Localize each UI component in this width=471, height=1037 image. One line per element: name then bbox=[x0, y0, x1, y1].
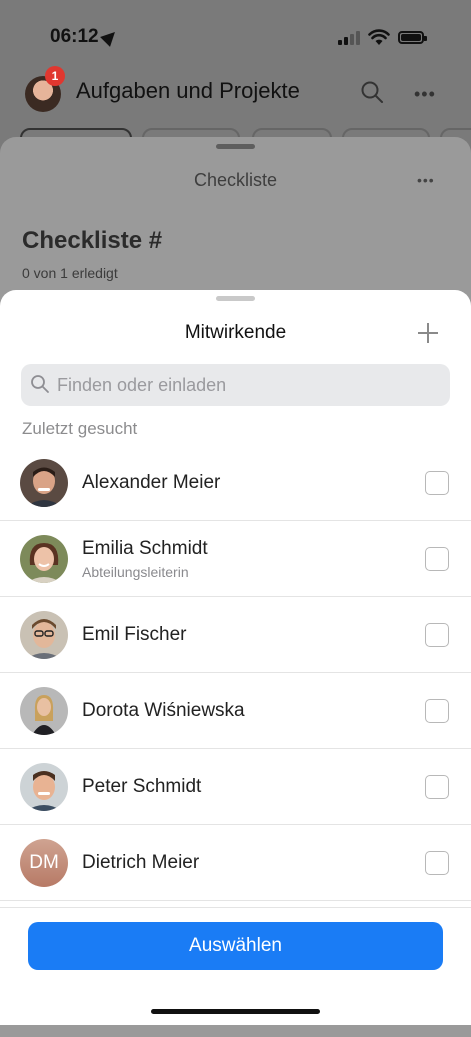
list-item[interactable]: Peter Schmidt bbox=[0, 749, 471, 825]
contributors-sheet: Mitwirkende Zuletzt gesucht Alexander Me… bbox=[0, 290, 471, 1025]
wifi-icon bbox=[368, 29, 390, 45]
checklist-progress: 0 von 1 erledigt bbox=[22, 265, 118, 281]
checklist-heading[interactable]: Checkliste # bbox=[22, 227, 162, 255]
clock-text: 06:12 bbox=[50, 26, 99, 47]
checklist-more-icon[interactable]: ••• bbox=[417, 172, 435, 188]
notification-badge: 1 bbox=[45, 66, 65, 86]
sheet-grabber[interactable] bbox=[216, 296, 255, 301]
person-name: Alexander Meier bbox=[82, 472, 221, 493]
search-field[interactable] bbox=[21, 364, 450, 406]
bottom-action-bar: Auswählen bbox=[0, 907, 471, 1025]
home-indicator bbox=[151, 1009, 320, 1014]
person-name: Dietrich Meier bbox=[82, 852, 200, 873]
select-checkbox[interactable] bbox=[425, 623, 449, 647]
select-checkbox[interactable] bbox=[425, 471, 449, 495]
contributors-list: Alexander Meier Emilia Schmidt Abteilung… bbox=[0, 445, 471, 901]
battery-icon bbox=[398, 31, 427, 44]
status-bar: 06:12 bbox=[0, 0, 471, 70]
list-item[interactable]: Emilia Schmidt Abteilungsleiterin bbox=[0, 521, 471, 597]
app-header: 1 Aufgaben und Projekte ••• bbox=[0, 66, 471, 120]
section-label: Zuletzt gesucht bbox=[22, 419, 138, 438]
more-options-icon[interactable]: ••• bbox=[414, 84, 436, 105]
person-role: Abteilungsleiterin bbox=[82, 564, 189, 580]
list-item[interactable]: DM Dietrich Meier bbox=[0, 825, 471, 901]
person-name: Emil Fischer bbox=[82, 624, 187, 645]
search-icon[interactable] bbox=[360, 80, 384, 104]
sheet-grabber[interactable] bbox=[216, 144, 255, 149]
search-icon bbox=[31, 375, 49, 393]
select-button[interactable]: Auswählen bbox=[28, 922, 443, 970]
person-name: Emilia Schmidt bbox=[82, 538, 208, 559]
avatar bbox=[20, 763, 68, 811]
select-checkbox[interactable] bbox=[425, 547, 449, 571]
avatar bbox=[20, 535, 68, 583]
select-checkbox[interactable] bbox=[425, 851, 449, 875]
person-name: Dorota Wiśniewska bbox=[82, 700, 245, 721]
list-item[interactable]: Emil Fischer bbox=[0, 597, 471, 673]
cellular-signal-icon bbox=[338, 30, 362, 45]
search-input[interactable] bbox=[57, 364, 437, 406]
page-title: Aufgaben und Projekte bbox=[76, 78, 300, 103]
checklist-sheet-title: Checkliste bbox=[193, 170, 278, 190]
select-checkbox[interactable] bbox=[425, 775, 449, 799]
avatar bbox=[20, 611, 68, 659]
avatar-initials: DM bbox=[20, 839, 68, 887]
sheet-title: Mitwirkende bbox=[184, 322, 287, 343]
list-item[interactable]: Alexander Meier bbox=[0, 445, 471, 521]
list-item[interactable]: Dorota Wiśniewska bbox=[0, 673, 471, 749]
location-arrow-icon bbox=[99, 27, 120, 47]
select-checkbox[interactable] bbox=[425, 699, 449, 723]
avatar bbox=[20, 459, 68, 507]
status-time: 06:12 bbox=[50, 26, 120, 48]
add-contributor-button[interactable] bbox=[416, 321, 440, 345]
avatar bbox=[20, 687, 68, 735]
person-name: Peter Schmidt bbox=[82, 776, 202, 797]
